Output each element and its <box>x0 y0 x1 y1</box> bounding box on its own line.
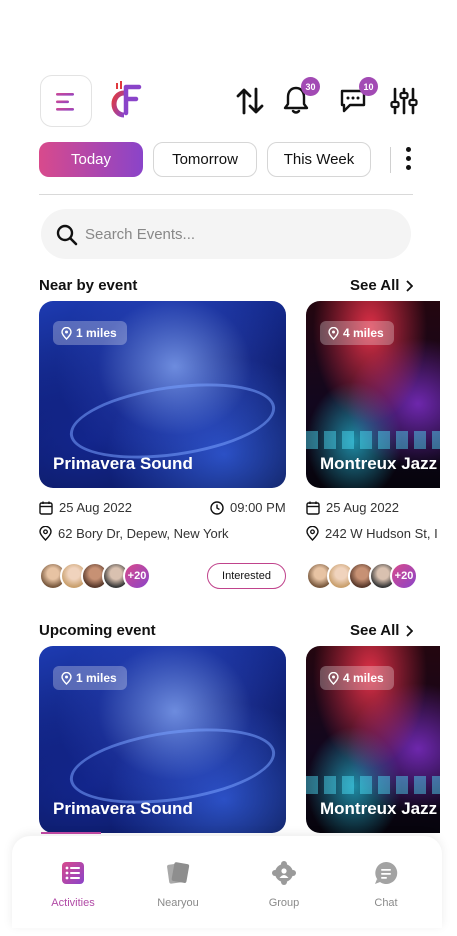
filter-divider <box>390 147 391 173</box>
event-title: Montreux Jazz <box>320 454 438 473</box>
clock-icon <box>210 500 224 515</box>
nav-chat[interactable]: Chat <box>351 860 421 909</box>
event-title: Primavera Sound <box>53 454 193 473</box>
chip-tomorrow[interactable]: Tomorrow <box>153 142 257 177</box>
event-address: 242 W Hudson St, I <box>306 526 438 541</box>
see-all-label: See All <box>350 277 400 294</box>
nearyou-icon <box>167 862 190 884</box>
divider <box>39 194 413 195</box>
chip-today[interactable]: Today <box>39 142 143 177</box>
interested-button[interactable]: Interested <box>207 563 286 589</box>
cf-logo-icon <box>111 81 142 118</box>
nav-nearyou[interactable]: Nearyou <box>143 860 213 909</box>
more-options-icon[interactable] <box>401 144 415 176</box>
location-pin-icon <box>328 326 339 340</box>
distance-badge: 4 miles <box>320 666 394 690</box>
attendee-count: +20 <box>123 562 151 590</box>
see-all-label: See All <box>350 622 400 639</box>
group-icon <box>272 861 296 885</box>
event-title: Montreux Jazz <box>320 799 438 818</box>
message-badge: 10 <box>359 77 378 96</box>
location-pin-icon <box>39 526 52 541</box>
attendee-avatars[interactable]: +20 <box>306 562 418 590</box>
search-icon <box>56 224 78 246</box>
chip-this-week[interactable]: This Week <box>267 142 371 177</box>
event-card-image[interactable]: 1 miles Primavera Sound <box>39 301 286 488</box>
calendar-icon <box>39 501 53 515</box>
chevron-right-icon <box>406 279 414 292</box>
event-card-image[interactable]: 4 miles Montreux Jazz <box>306 301 440 488</box>
event-address: 62 Bory Dr, Depew, New York <box>39 526 229 541</box>
menu-button[interactable] <box>40 75 92 127</box>
section-title-upcoming: Upcoming event <box>39 622 156 639</box>
see-all-nearby-link[interactable]: See All <box>350 277 414 294</box>
nav-label: Group <box>268 897 300 909</box>
nav-label: Chat <box>374 897 398 909</box>
swap-sort-icon[interactable] <box>234 85 266 117</box>
notifications-button[interactable]: 30 <box>282 77 320 117</box>
distance-badge: 1 miles <box>53 666 127 690</box>
notification-badge: 30 <box>301 77 320 96</box>
search-bar <box>41 209 411 259</box>
nav-group[interactable]: Group <box>249 860 319 909</box>
menu-icon <box>56 93 74 111</box>
activities-icon <box>62 862 84 884</box>
messages-button[interactable]: 10 <box>338 77 378 117</box>
event-date: 25 Aug 2022 <box>39 500 132 515</box>
sliders-icon[interactable] <box>388 85 420 117</box>
see-all-upcoming-link[interactable]: See All <box>350 622 414 639</box>
location-pin-icon <box>306 526 319 541</box>
event-card-image[interactable]: 1 miles Primavera Sound <box>39 646 286 833</box>
attendee-avatars[interactable]: +20 <box>39 562 151 590</box>
nav-label: Nearyou <box>157 897 199 909</box>
chat-icon <box>375 861 398 884</box>
location-pin-icon <box>61 671 72 685</box>
chevron-right-icon <box>406 624 414 637</box>
attendee-count: +20 <box>390 562 418 590</box>
distance-badge: 4 miles <box>320 321 394 345</box>
event-card-image[interactable]: 4 miles Montreux Jazz <box>306 646 440 833</box>
event-time: 09:00 PM <box>210 500 286 515</box>
date-filter-bar: Today Tomorrow This Week <box>39 142 429 178</box>
event-title: Primavera Sound <box>53 799 193 818</box>
nav-activities[interactable]: Activities <box>38 860 108 909</box>
search-input[interactable] <box>85 209 385 259</box>
location-pin-icon <box>61 326 72 340</box>
section-title-nearby: Near by event <box>39 277 138 294</box>
nav-label: Activities <box>51 897 95 909</box>
location-pin-icon <box>328 671 339 685</box>
calendar-icon <box>306 501 320 515</box>
event-date: 25 Aug 2022 <box>306 500 399 515</box>
bottom-navigation: Activities Nearyou Group Chat <box>12 836 442 928</box>
active-tab-indicator <box>41 832 101 834</box>
app-header: 30 10 <box>40 75 420 127</box>
distance-badge: 1 miles <box>53 321 127 345</box>
